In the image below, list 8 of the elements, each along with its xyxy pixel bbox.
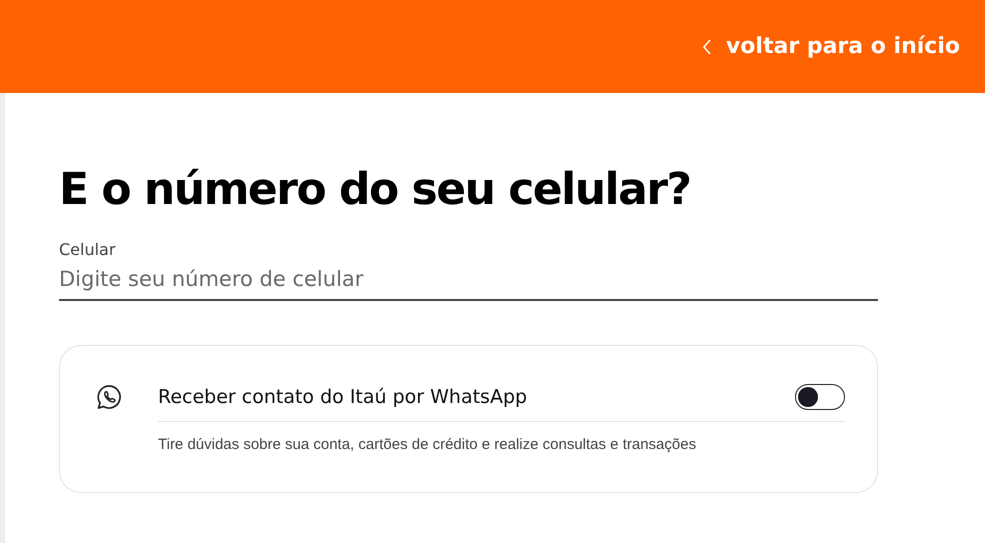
page-title: E o número do seu celular? [59, 163, 691, 217]
whatsapp-description: Tire dúvidas sobre sua conta, cartões de crédito e realize consultas e transações [158, 436, 698, 453]
chat-bubble-phone-icon [96, 384, 122, 410]
chevron-left-icon [702, 38, 712, 56]
whatsapp-label: Receber contato do Itaú por WhatsApp [158, 386, 528, 408]
back-link[interactable]: voltar para o início [702, 34, 960, 59]
whatsapp-toggle[interactable] [795, 384, 845, 410]
field-label: Celular [59, 240, 116, 259]
